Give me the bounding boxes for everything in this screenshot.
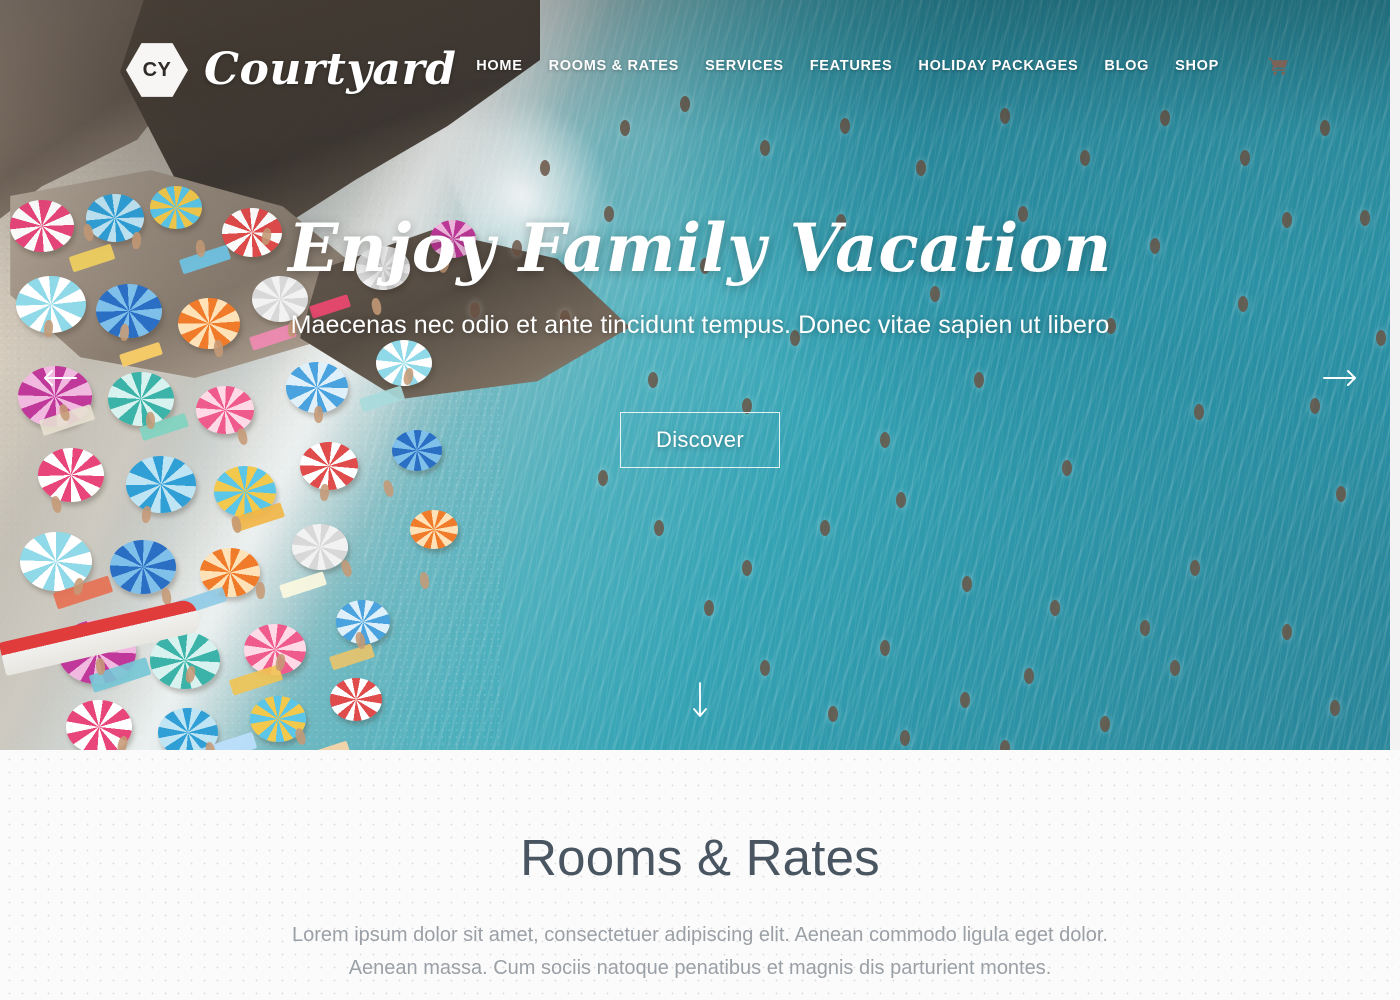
beach-umbrella: [330, 678, 382, 721]
beach-towel: [328, 643, 376, 671]
page-right-edge: [1390, 0, 1400, 750]
beachgoer: [339, 559, 354, 578]
arrow-left-icon[interactable]: [38, 356, 82, 400]
sea-swimmer: [900, 730, 910, 746]
sea-swimmer: [1050, 600, 1060, 616]
rooms-rates-section: Rooms & Rates Lorem ipsum dolor sit amet…: [0, 750, 1400, 1000]
brand-logo[interactable]: CY Courtyard: [126, 42, 456, 98]
rooms-rates-description: Lorem ipsum dolor sit amet, consectetuer…: [0, 919, 1400, 985]
brand-name: Courtyard: [204, 44, 457, 95]
arrow-right-icon[interactable]: [1318, 356, 1362, 400]
sea-swimmer: [540, 160, 550, 176]
sea-swimmer: [1336, 486, 1346, 502]
rooms-rates-inner: Rooms & Rates Lorem ipsum dolor sit amet…: [0, 750, 1400, 985]
sea-swimmer: [828, 706, 838, 722]
beach-umbrella: [200, 548, 260, 597]
beach-umbrella: [292, 524, 348, 570]
main-navbar: CY Courtyard HOME ROOMS & RATES SERVICES…: [0, 0, 1400, 138]
description-line-2: Aenean massa. Cum sociis natoque penatib…: [348, 957, 1052, 979]
beachgoer: [319, 483, 330, 502]
nav-item-services[interactable]: SERVICES: [692, 52, 797, 80]
sea-swimmer: [820, 520, 830, 536]
nav-item-shop[interactable]: SHOP: [1162, 52, 1232, 80]
sea-swimmer: [1024, 668, 1034, 684]
nav-item-holiday-packages[interactable]: HOLIDAY PACKAGES: [905, 52, 1091, 80]
sea-swimmer: [760, 660, 770, 676]
description-line-1: Lorem ipsum dolor sit amet, consectetuer…: [291, 924, 1108, 946]
sea-swimmer: [960, 692, 970, 708]
hero-subtitle: Maecenas nec odio et ante tincidunt temp…: [290, 310, 1110, 339]
sea-swimmer: [704, 600, 714, 616]
shopping-cart-icon[interactable]: [1268, 57, 1288, 75]
beach-towel: [298, 740, 352, 750]
page-root: CY Courtyard HOME ROOMS & RATES SERVICES…: [0, 0, 1400, 1000]
nav-item-home[interactable]: HOME: [463, 52, 535, 80]
sea-swimmer: [916, 160, 926, 176]
sea-swimmer: [896, 492, 906, 508]
sea-swimmer: [1330, 700, 1340, 716]
beach-towel: [278, 571, 328, 599]
sea-swimmer: [1240, 150, 1250, 166]
sea-swimmer: [962, 576, 972, 592]
sea-swimmer: [760, 140, 770, 156]
sea-swimmer: [1190, 560, 1200, 576]
page-title: Rooms & Rates: [520, 829, 880, 886]
hero-section: CY Courtyard HOME ROOMS & RATES SERVICES…: [0, 0, 1400, 750]
hexagon-icon: CY: [126, 42, 188, 98]
nav-links: HOME ROOMS & RATES SERVICES FEATURES HOL…: [463, 42, 1400, 80]
arrow-down-icon[interactable]: [678, 678, 722, 722]
sea-swimmer: [1100, 716, 1110, 732]
sea-swimmer: [1170, 660, 1180, 676]
beachgoer: [418, 571, 431, 590]
beachgoer: [381, 479, 396, 498]
nav-item-features[interactable]: FEATURES: [797, 52, 906, 80]
beachgoer: [140, 505, 153, 524]
hero-title: Enjoy Family Vacation: [288, 209, 1112, 287]
logo-initials: CY: [142, 58, 172, 81]
nav-item-rooms-rates[interactable]: ROOMS & RATES: [536, 52, 692, 80]
sea-swimmer: [654, 520, 664, 536]
sea-swimmer: [1282, 624, 1292, 640]
sea-swimmer: [1000, 740, 1010, 750]
hero-cta-wrap: Discover: [0, 411, 1400, 468]
hero-content: Enjoy Family Vacation Maecenas nec odio …: [0, 212, 1400, 468]
discover-button[interactable]: Discover: [620, 411, 780, 468]
beach-umbrella: [110, 540, 176, 594]
beachgoer: [255, 581, 266, 600]
sea-swimmer: [1140, 620, 1150, 636]
nav-item-blog[interactable]: BLOG: [1091, 52, 1162, 80]
sea-swimmer: [598, 470, 608, 486]
sea-swimmer: [1080, 150, 1090, 166]
beach-umbrella: [410, 510, 458, 549]
sea-swimmer: [742, 560, 752, 576]
beachgoer: [293, 727, 308, 746]
sea-swimmer: [880, 640, 890, 656]
